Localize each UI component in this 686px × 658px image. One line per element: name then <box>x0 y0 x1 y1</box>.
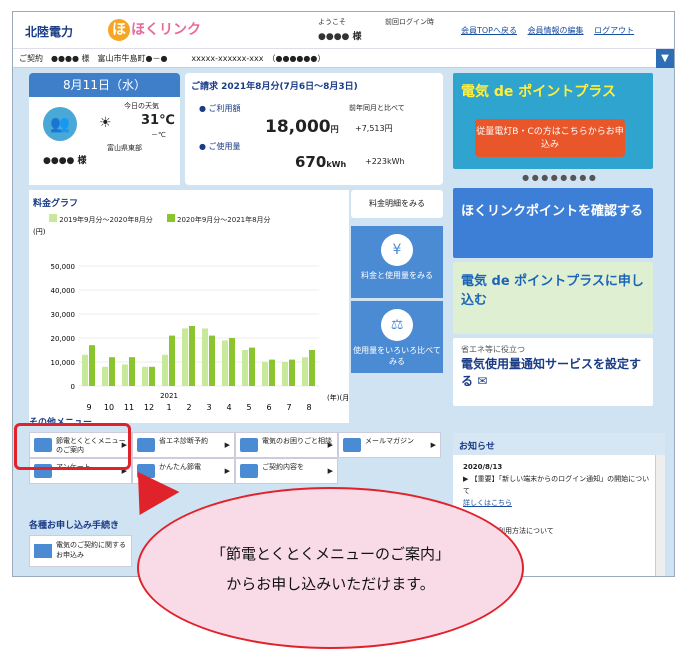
x-tick: 3 <box>206 403 211 412</box>
bill-summary: ご請求 2021年8月分(7月6日～8月3日) ● ご利用額 18,000円 ●… <box>185 73 443 185</box>
bar <box>289 359 295 386</box>
bar <box>129 357 135 386</box>
contract-select[interactable]: ご契約 ●●●● 様 富山市牛島町●－● xxxxx-xxxxxx-xxx （●… <box>13 49 674 68</box>
y-tick: 30,000 <box>51 311 76 319</box>
bar <box>282 362 288 386</box>
x-tick: 9 <box>86 403 91 412</box>
member-top-link[interactable]: 会員TOPへ戻る <box>461 26 517 35</box>
diagnosis-icon <box>137 438 155 452</box>
bar <box>149 366 155 386</box>
logout-link[interactable]: ログアウト <box>594 26 634 35</box>
menu-contract[interactable]: ご契約内容を ▶ <box>235 458 338 484</box>
scale-icon: ⚖ <box>381 309 413 341</box>
carousel-dots[interactable]: ● ● ● ● ● ● ● ● <box>453 173 665 182</box>
usage-notify-banner[interactable]: 省エネ等に役立つ 電気使用量通知サービスを設定する ✉ <box>453 338 653 406</box>
point-plus-apply-banner[interactable]: 電気 de ポイントプラスに申し込む <box>453 262 653 334</box>
bar <box>122 364 128 386</box>
brand-logo[interactable]: 北陸電力 <box>25 23 73 40</box>
menu-consultation[interactable]: 電気のお困りごと相談 ▶ <box>235 432 338 458</box>
hokulink-point-banner[interactable]: ほくリンクポイントを確認する <box>453 188 653 258</box>
x-tick: 10 <box>104 403 114 412</box>
bar <box>89 345 95 386</box>
side-menu: 料金明細をみる ¥ 料金と使用量をみる ⚖ 使用量をいろいろ比べてみる <box>351 190 443 376</box>
bar <box>109 357 115 386</box>
bar <box>182 328 188 386</box>
top-links: 会員TOPへ戻る 会員情報の編集 ログアウト <box>453 25 634 36</box>
bar <box>102 366 108 386</box>
chat-icon <box>240 438 258 452</box>
bar <box>142 366 148 386</box>
x-tick: 4 <box>226 403 231 412</box>
last-login: 前回ログイン時 <box>385 18 434 26</box>
bar <box>82 354 88 386</box>
user-info: 👥 ●●●● 様 今日の天気 ☀ 31℃ －℃ 富山県東部 <box>29 97 180 185</box>
service-logo[interactable]: ほほくリンク <box>108 19 201 41</box>
chevron-down-icon[interactable]: ▼ <box>656 49 674 68</box>
x-tick: 7 <box>286 403 291 412</box>
bar <box>262 362 268 386</box>
usage-amount: 670kWh <box>295 153 347 171</box>
bar <box>302 357 308 386</box>
bar <box>222 340 228 386</box>
notice-item[interactable]: ▶ 【重要】「新しい端末からのログイン通知」の開始について <box>463 473 655 497</box>
apply-contract[interactable]: 電気のご契約に関するお申込み <box>29 535 132 567</box>
bar <box>169 335 175 386</box>
point-plus-banner[interactable]: 電気 de ポイントプラス 従量電灯B・Cの方はこちらからお申込み <box>453 73 653 169</box>
x-tick: 11 <box>124 403 134 412</box>
fee-usage-button[interactable]: ¥ 料金と使用量をみる <box>351 226 443 298</box>
y-unit: (円) <box>33 228 46 236</box>
bar <box>242 350 248 386</box>
x-tick: 8 <box>306 403 311 412</box>
x-tick: 6 <box>266 403 271 412</box>
yen-chart-icon: ¥ <box>381 234 413 266</box>
welcome: ようこそ ●●●● 様 <box>318 18 362 42</box>
bar <box>249 347 255 386</box>
mail-icon <box>343 438 361 452</box>
bar <box>202 328 208 386</box>
callout-bubble: 「節電とくとくメニューのご案内」 からお申し込みいただけます。 <box>137 487 524 649</box>
notice-more-link[interactable]: 詳しくはこちら <box>463 499 512 507</box>
y-tick: 20,000 <box>51 335 76 343</box>
x-tick: 5 <box>246 403 251 412</box>
bar-chart: (円)50,00040,00030,00020,00010,00009 10 11 1… <box>33 228 349 412</box>
menu-energy-diagnosis[interactable]: 省エネ診断予約 ▶ <box>132 432 235 458</box>
bar <box>209 335 215 386</box>
x-tick: 12 <box>144 403 154 412</box>
fee-detail-button[interactable]: 料金明細をみる <box>351 190 443 218</box>
y-tick: 0 <box>71 383 75 391</box>
top-bar: 北陸電力 ほほくリンク ようこそ ●●●● 様 前回ログイン時 会員TOPへ戻る … <box>13 12 674 49</box>
compare-usage-button[interactable]: ⚖ 使用量をいろいろ比べてみる <box>351 301 443 373</box>
bill-amount: 18,000円 <box>265 117 339 137</box>
user-icon: 👥 <box>43 107 77 141</box>
today-date: 8月11日（水） <box>29 73 180 97</box>
y-tick: 10,000 <box>51 359 76 367</box>
fee-graph: 料金グラフ 2019年9月分～2020年8月分 2020年9月分～2021年8月… <box>29 190 349 423</box>
truck-icon <box>34 544 52 558</box>
x-tick: 2 <box>186 403 191 412</box>
mail-icon: ✉ <box>477 374 488 388</box>
x-unit: (年)(月) <box>327 393 349 402</box>
edit-member-link[interactable]: 会員情報の編集 <box>528 26 584 35</box>
sun-icon: ☀ <box>99 115 112 131</box>
bar <box>269 359 275 386</box>
x-tick: 1 <box>166 403 171 412</box>
banner-column: 電気 de ポイントプラス 従量電灯B・Cの方はこちらからお申込み ● ● ● … <box>453 73 665 406</box>
y-tick: 40,000 <box>51 287 76 295</box>
bar <box>162 354 168 386</box>
x-year: 2021 <box>160 392 178 400</box>
bar <box>189 326 195 386</box>
menu-mail-magazine[interactable]: メールマガジン ▶ <box>338 432 441 458</box>
y-tick: 50,000 <box>51 263 76 271</box>
highlight-box <box>14 423 131 470</box>
contract-icon <box>240 464 258 478</box>
bar <box>229 338 235 386</box>
bar <box>309 350 315 386</box>
notice-scrollbar[interactable] <box>655 455 665 576</box>
